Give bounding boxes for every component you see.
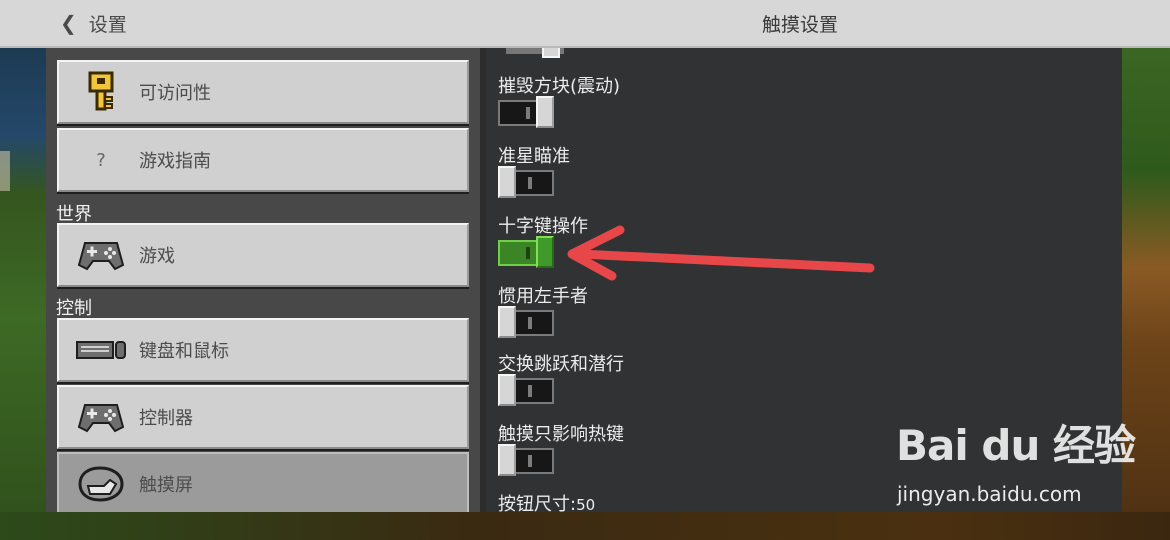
setting-label-crosshair-aim: 准星瞄准 (498, 146, 570, 167)
sidebar-item-touchscreen[interactable]: 触摸屏 (57, 452, 469, 512)
watermark-url: jingyan.baidu.com (897, 482, 1082, 506)
setting-label-swap-jump-sneak: 交换跳跃和潜行 (498, 354, 624, 375)
key-icon (71, 62, 131, 122)
world-background-bottom (0, 512, 1170, 540)
sidebar-item-label: 键盘和鼠标 (139, 341, 229, 362)
sidebar-item-label: 游戏指南 (139, 151, 211, 172)
watermark-logo: Bai du 经验 (896, 421, 1136, 470)
sidebar-item-label: 游戏 (139, 246, 175, 267)
sidebar-item-controller[interactable]: 控制器 (57, 385, 469, 449)
annotation-arrow (567, 225, 875, 281)
setting-label-touch-hotbar-only: 触摸只影响热键 (498, 424, 624, 445)
toggle-crosshair-aim[interactable] (498, 166, 554, 198)
toggle-touch-hotbar-only[interactable] (498, 444, 554, 476)
toggle-knob (536, 236, 554, 268)
toggle-destroy-blocks-vibration[interactable] (498, 96, 554, 128)
toggle-knob (498, 166, 516, 198)
slider-partial[interactable] (506, 48, 564, 60)
toggle-swap-jump-sneak[interactable] (498, 374, 554, 406)
sidebar-item-label: 可访问性 (139, 83, 211, 104)
world-background-left (0, 46, 46, 540)
setting-label-button-size: 按钮尺寸:50 (498, 494, 596, 512)
toggle-knob (498, 374, 516, 406)
controller-icon (71, 225, 131, 285)
chevron-left-icon: ❮ (60, 11, 77, 35)
back-label: 设置 (88, 13, 127, 36)
sidebar-item-game[interactable]: 游戏 (57, 223, 469, 287)
touch-hand-icon (71, 454, 131, 512)
sidebar-item-label: 触摸屏 (139, 475, 193, 496)
page-title: 触摸设置 (761, 14, 838, 36)
toggle-knob (498, 444, 516, 476)
controller-icon (71, 387, 131, 447)
button-size-value: 50 (576, 496, 596, 512)
settings-sidebar: 可访问性 ? 游戏指南 世界 游戏 控制 键盘和鼠标 控制器 触摸屏 (46, 48, 480, 512)
keyboard-mouse-icon (71, 320, 131, 380)
toggle-knob (536, 96, 554, 128)
setting-label-left-handed: 惯用左手者 (498, 286, 588, 307)
sidebar-item-accessibility[interactable]: 可访问性 (57, 60, 469, 124)
section-heading-controls: 控制 (56, 298, 92, 319)
sidebar-item-label: 控制器 (139, 408, 193, 429)
setting-label-destroy-blocks-vibration: 摧毁方块(震动) (498, 76, 621, 97)
sidebar-item-keyboard-mouse[interactable]: 键盘和鼠标 (57, 318, 469, 382)
top-bar: ❮ 设置 触摸设置 (0, 0, 1170, 48)
sidebar-item-how-to-play[interactable]: ? 游戏指南 (57, 128, 469, 192)
question-icon: ? (96, 149, 106, 171)
toggle-knob (498, 306, 516, 338)
back-button[interactable]: ❮ 设置 (60, 10, 127, 36)
baidu-watermark: Bai du 经验 jingyan.baidu.com (896, 412, 1136, 506)
toggle-dpad[interactable] (498, 236, 554, 268)
toggle-left-handed[interactable] (498, 306, 554, 338)
